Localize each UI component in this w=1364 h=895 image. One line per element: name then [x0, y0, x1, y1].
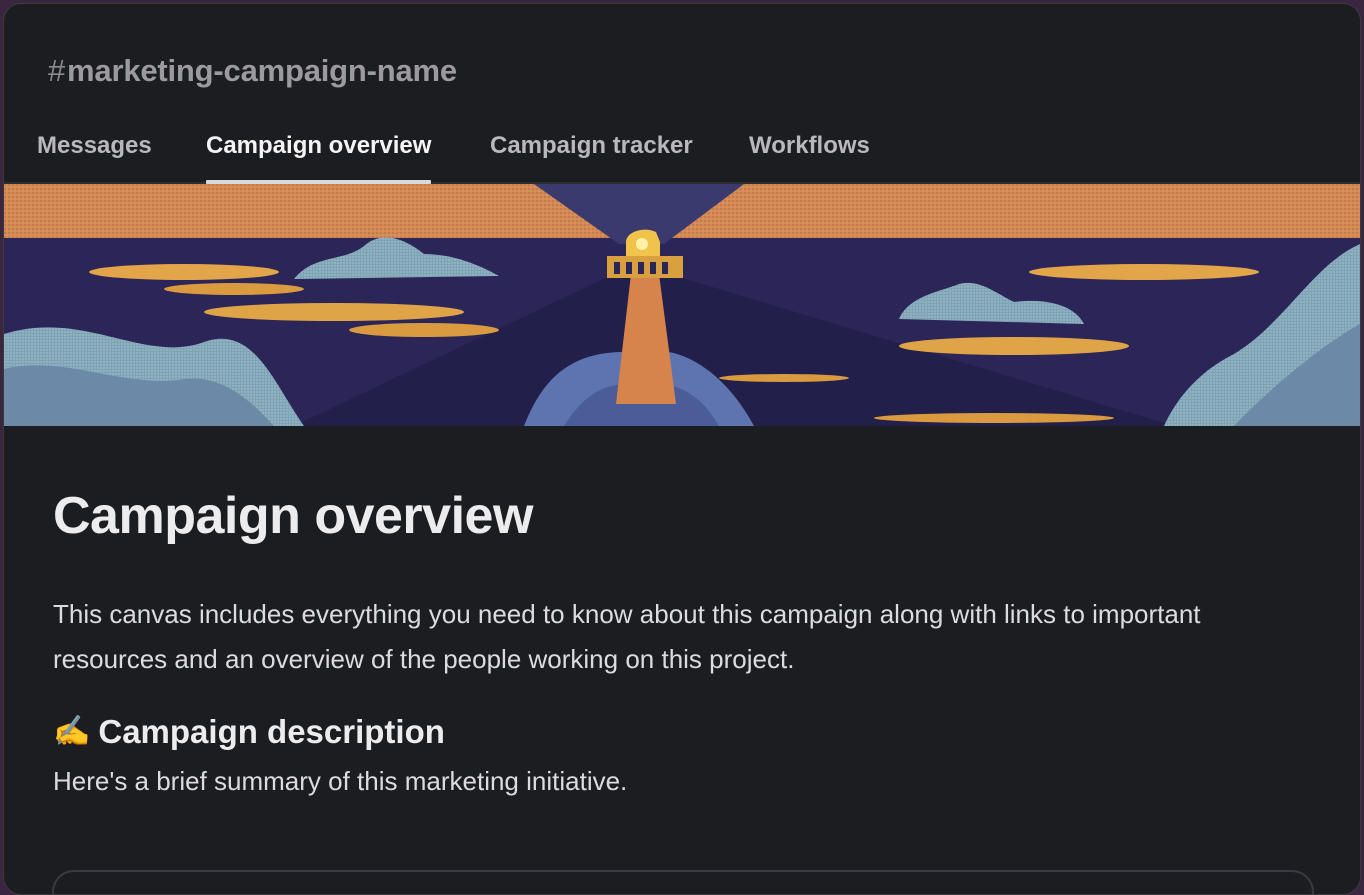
lighthouse-illustration: [4, 184, 1360, 426]
canvas-banner: [4, 184, 1360, 426]
tab-campaign-tracker[interactable]: Campaign tracker: [490, 132, 693, 160]
section-heading-text: Campaign description: [98, 713, 445, 750]
channel-title[interactable]: # marketing-campaign-name: [48, 48, 457, 94]
page-title: Campaign overview: [53, 487, 533, 545]
canvas-content: Campaign overview This canvas includes e…: [53, 484, 1313, 798]
tab-campaign-overview[interactable]: Campaign overview: [206, 132, 432, 184]
section-subtext: Here's a brief summary of this marketing…: [53, 766, 628, 796]
tab-messages[interactable]: Messages: [37, 132, 152, 160]
description-card[interactable]: [52, 870, 1314, 894]
section-heading: ✍️ Campaign description: [53, 710, 1313, 754]
writing-hand-icon: ✍️: [53, 715, 91, 748]
canvas-window: # marketing-campaign-name Messages Campa…: [3, 3, 1361, 895]
tab-workflows[interactable]: Workflows: [749, 132, 870, 160]
intro-paragraph: This canvas includes everything you need…: [53, 599, 1201, 674]
channel-tabs: Messages Campaign overview Campaign trac…: [4, 124, 1360, 184]
channel-name: marketing-campaign-name: [67, 53, 457, 88]
hash-icon: #: [48, 53, 66, 88]
